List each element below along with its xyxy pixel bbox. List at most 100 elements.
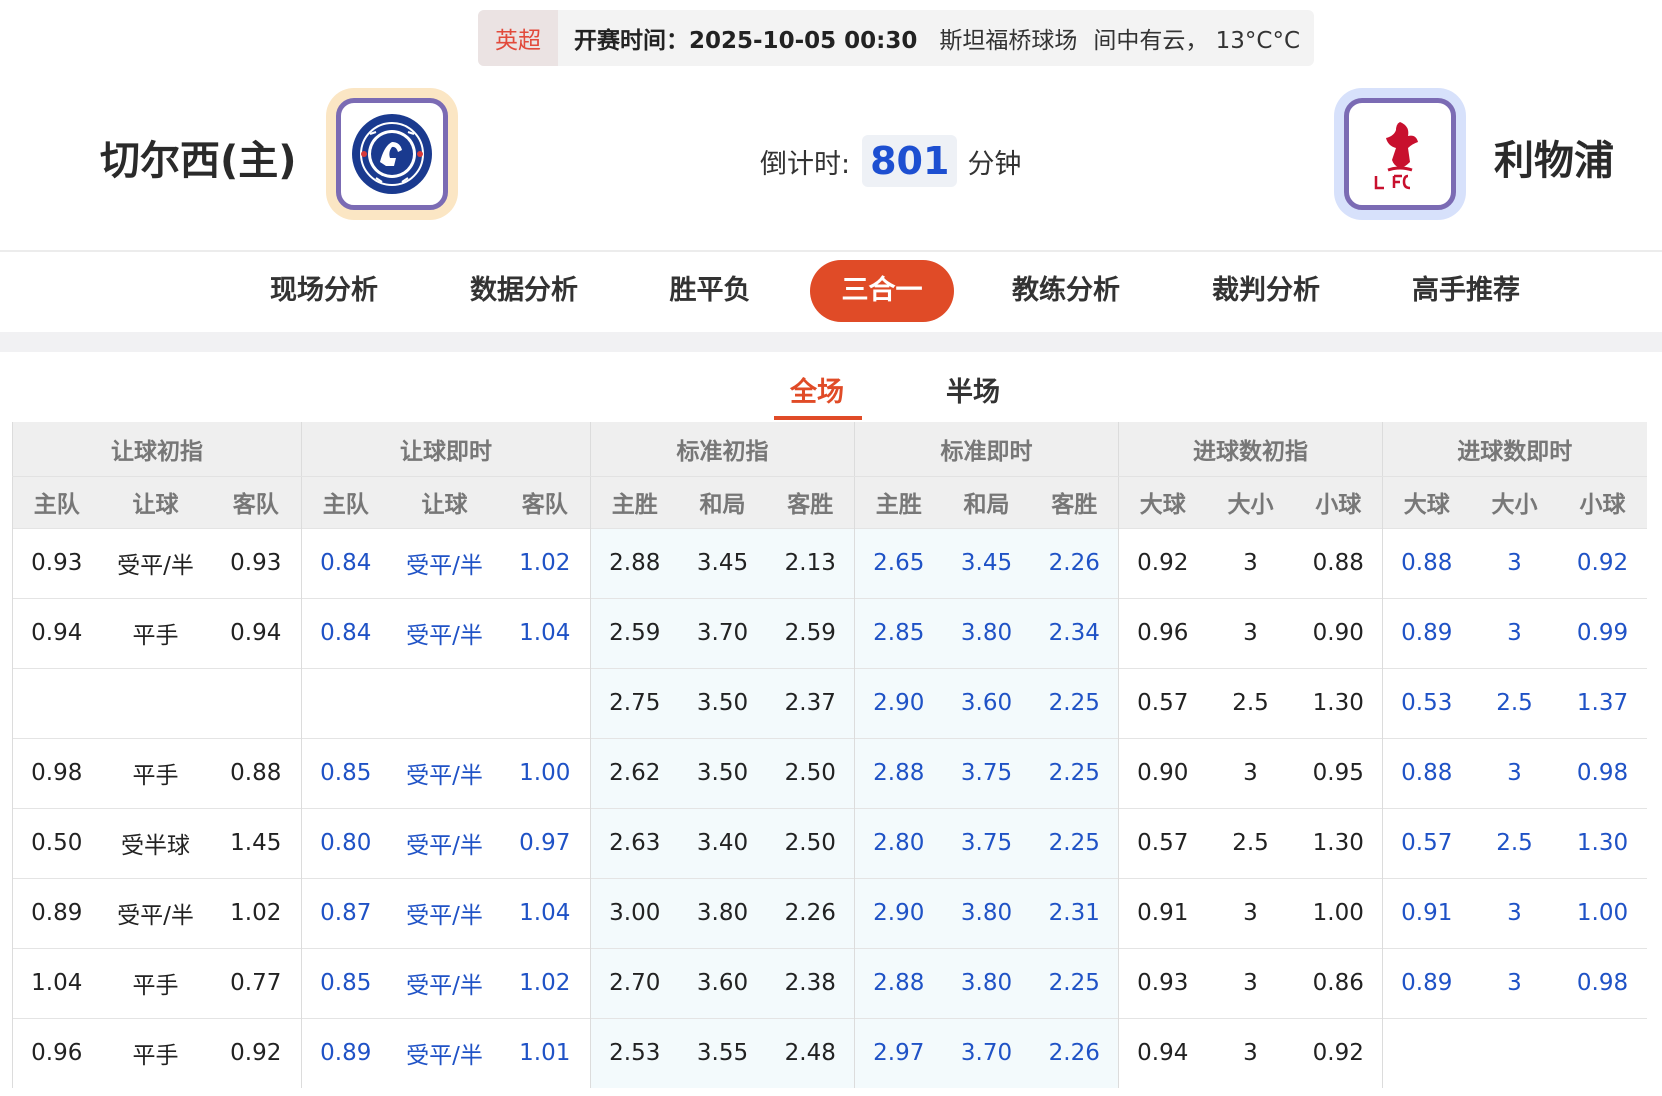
tab-win-draw-loss[interactable]: 胜平负	[660, 260, 760, 322]
subtab-half-time[interactable]: 半场	[946, 370, 1000, 409]
table-row[interactable]: 0.94 平手 0.94 0.84 受平/半 1.04 2.59 3.70 2.59 2.85 3.…	[12, 597, 1647, 668]
odds-cell: 平手	[100, 737, 211, 808]
odds-cell: 3.80	[678, 877, 767, 948]
odds-cell: 1.04	[499, 877, 591, 948]
odds-cell: 0.88	[210, 737, 302, 808]
odds-cell: 0.98	[12, 737, 101, 808]
table-row[interactable]: 2.75 3.50 2.37 2.90 3.60 2.25 0.57 2.5 1.30 0.53 2…	[12, 667, 1647, 738]
odds-cell: 0.89	[1382, 947, 1471, 1018]
odds-cell: 0.89	[301, 1017, 390, 1088]
column-header: 客胜	[1030, 476, 1119, 528]
tab-live-analysis[interactable]: 现场分析	[262, 260, 386, 322]
tab-expert-picks[interactable]: 高手推荐	[1404, 260, 1528, 322]
odds-cell: 0.85	[301, 737, 390, 808]
odds-cell: 3.75	[942, 807, 1031, 878]
odds-cell: 0.88	[1382, 737, 1471, 808]
table-row[interactable]: 0.93 受平/半 0.93 0.84 受平/半 1.02 2.88 3.45 2.13 2.65…	[12, 527, 1647, 598]
column-header: 小球	[1294, 476, 1383, 528]
odds-cell: 0.96	[1118, 597, 1207, 668]
column-header: 大小	[1206, 476, 1295, 528]
section-separator	[0, 332, 1662, 352]
chelsea-crest-icon	[336, 98, 448, 210]
odds-cell: 0.57	[1382, 807, 1471, 878]
table-row[interactable]: 0.98 平手 0.88 0.85 受平/半 1.00 2.62 3.50 2.50 2.88 3.…	[12, 737, 1647, 808]
tab-data-analysis[interactable]: 数据分析	[462, 260, 586, 322]
odds-cell: 1.04	[499, 597, 591, 668]
odds-cell: 0.99	[1558, 597, 1647, 668]
home-team-name[interactable]: 切尔西(主)	[100, 128, 297, 186]
odds-cell: 2.50	[766, 807, 855, 878]
odds-cell: 3	[1206, 527, 1295, 598]
odds-cell: 2.59	[766, 597, 855, 668]
column-header: 大小	[1470, 476, 1559, 528]
table-body: 0.93 受平/半 0.93 0.84 受平/半 1.02 2.88 3.45 2.13 2.65…	[12, 527, 1647, 1088]
table-row[interactable]: 0.50 受半球 1.45 0.80 受平/半 0.97 2.63 3.40 2.50 2.80 3…	[12, 807, 1647, 878]
odds-cell: 0.50	[12, 807, 101, 878]
odds-cell: 3	[1206, 877, 1295, 948]
odds-cell: 3.70	[678, 597, 767, 668]
odds-cell: 2.50	[766, 737, 855, 808]
odds-cell: 3.55	[678, 1017, 767, 1088]
odds-cell: 3	[1206, 947, 1295, 1018]
odds-cell: 0.86	[1294, 947, 1383, 1018]
odds-cell: 0.87	[301, 877, 390, 948]
odds-cell: 0.84	[301, 597, 390, 668]
odds-cell: 3.75	[942, 737, 1031, 808]
odds-cell: 0.57	[1118, 807, 1207, 878]
odds-cell: 2.25	[1030, 737, 1119, 808]
match-info-text: 开赛时间：2025-10-05 00:30 斯坦福桥球场 间中有云， 13°C°C	[558, 21, 1300, 55]
column-header: 让球	[100, 476, 211, 528]
column-header: 客队	[210, 476, 302, 528]
odds-cell: 3.80	[942, 597, 1031, 668]
odds-cell: 1.02	[210, 877, 302, 948]
odds-cell: 平手	[100, 947, 211, 1018]
odds-cell: 0.88	[1382, 527, 1471, 598]
odds-cell: 1.01	[499, 1017, 591, 1088]
odds-cell: 2.70	[590, 947, 679, 1018]
odds-cell: 3.50	[678, 667, 767, 738]
odds-cell: 3.80	[942, 947, 1031, 1018]
match-info-bar: 英超 开赛时间：2025-10-05 00:30 斯坦福桥球场 间中有云， 13°C…	[478, 10, 1314, 66]
column-header: 大球	[1382, 476, 1471, 528]
odds-cell	[301, 667, 390, 738]
tab-referee-analysis[interactable]: 裁判分析	[1204, 260, 1328, 322]
column-header: 小球	[1558, 476, 1647, 528]
odds-cell: 2.38	[766, 947, 855, 1018]
odds-cell: 0.85	[301, 947, 390, 1018]
odds-cell: 3	[1470, 737, 1559, 808]
odds-cell	[389, 667, 500, 738]
odds-cell: 2.53	[590, 1017, 679, 1088]
odds-cell: 2.34	[1030, 597, 1119, 668]
subtab-active-indicator	[774, 416, 862, 420]
odds-cell: 1.02	[499, 947, 591, 1018]
odds-cell: 2.90	[854, 667, 943, 738]
odds-cell: 0.94	[1118, 1017, 1207, 1088]
odds-cell: 0.90	[1294, 597, 1383, 668]
odds-cell: 2.80	[854, 807, 943, 878]
odds-cell: 2.5	[1470, 667, 1559, 738]
away-team-name[interactable]: 利物浦	[1494, 128, 1614, 186]
odds-cell: 3.45	[678, 527, 767, 598]
tab-three-in-one[interactable]: 三合一	[810, 260, 954, 322]
away-team-badge[interactable]	[1334, 88, 1466, 220]
odds-cell: 0.93	[1118, 947, 1207, 1018]
tab-coach-analysis[interactable]: 教练分析	[1004, 260, 1128, 322]
table-row[interactable]: 1.04 平手 0.77 0.85 受平/半 1.02 2.70 3.60 2.38 2.88 3.…	[12, 947, 1647, 1018]
odds-cell: 0.53	[1382, 667, 1471, 738]
odds-cell: 3	[1470, 597, 1559, 668]
odds-cell: 2.62	[590, 737, 679, 808]
odds-cell: 3.00	[590, 877, 679, 948]
table-row[interactable]: 0.96 平手 0.92 0.89 受平/半 1.01 2.53 3.55 2.48 2.97 3.…	[12, 1017, 1647, 1088]
odds-cell: 2.97	[854, 1017, 943, 1088]
odds-cell: 3.50	[678, 737, 767, 808]
table-row[interactable]: 0.89 受平/半 1.02 0.87 受平/半 1.04 3.00 3.80 2.26 2.90…	[12, 877, 1647, 948]
column-header: 主队	[12, 476, 101, 528]
odds-cell: 受平/半	[389, 597, 500, 668]
subtab-full-time[interactable]: 全场	[790, 370, 844, 409]
countdown-label: 倒计时:	[760, 148, 851, 180]
odds-cell: 0.93	[12, 527, 101, 598]
table-group-header: 让球初指 让球即时 标准初指 标准即时 进球数初指 进球数即时	[12, 422, 1647, 477]
home-team-badge[interactable]	[326, 88, 458, 220]
odds-cell: 1.00	[499, 737, 591, 808]
league-badge[interactable]: 英超	[478, 10, 558, 66]
